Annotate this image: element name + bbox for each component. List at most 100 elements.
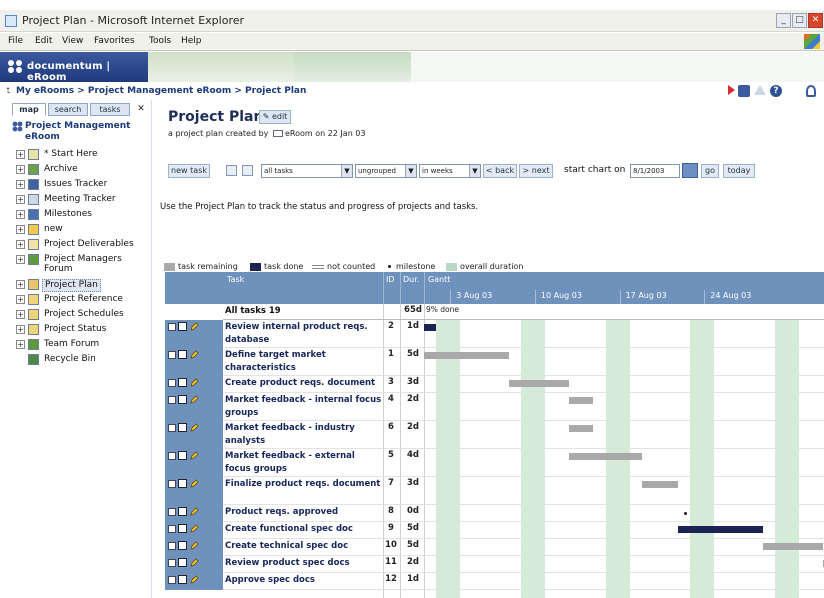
pencil-icon[interactable] bbox=[190, 350, 199, 359]
menu-help[interactable]: Help bbox=[181, 36, 202, 46]
scale-select[interactable]: in weeks ▼ bbox=[419, 164, 481, 178]
sidebar-item[interactable]: + Issues Tracker bbox=[16, 178, 152, 192]
grouping-select[interactable]: ungrouped ▼ bbox=[355, 164, 417, 178]
tab-map[interactable]: map bbox=[12, 103, 46, 116]
pencil-icon[interactable] bbox=[190, 423, 199, 432]
task-bar[interactable] bbox=[569, 397, 594, 404]
row-checkbox[interactable] bbox=[168, 323, 176, 331]
play-icon[interactable] bbox=[728, 85, 735, 95]
task-bar[interactable] bbox=[762, 543, 824, 550]
task-icon[interactable] bbox=[178, 451, 187, 460]
sidebar-item[interactable]: + Project Schedules bbox=[16, 308, 152, 322]
go-button[interactable]: go bbox=[701, 164, 719, 178]
pencil-icon[interactable] bbox=[190, 378, 199, 387]
next-button[interactable]: > next bbox=[519, 164, 553, 178]
today-button[interactable]: today bbox=[723, 164, 755, 178]
expand-icon[interactable]: + bbox=[16, 340, 25, 349]
sidebar-item[interactable]: + Meeting Tracker bbox=[16, 193, 152, 207]
sidebar-item[interactable]: + * Start Here bbox=[16, 148, 152, 162]
milestone-marker[interactable] bbox=[684, 512, 688, 515]
task-bar[interactable] bbox=[641, 481, 679, 488]
close-sidebar-icon[interactable]: ✕ bbox=[135, 103, 147, 116]
header-task[interactable]: Task bbox=[227, 275, 244, 284]
expand-icon[interactable]: + bbox=[16, 225, 25, 234]
row-checkbox[interactable] bbox=[168, 525, 176, 533]
task-icon[interactable] bbox=[178, 479, 187, 488]
task-icon[interactable] bbox=[178, 322, 187, 331]
calendar-icon[interactable] bbox=[682, 163, 698, 178]
sidebar-item[interactable]: + Project Status bbox=[16, 323, 152, 337]
edit-button[interactable]: ✎ edit bbox=[259, 110, 291, 124]
task-icon[interactable] bbox=[178, 558, 187, 567]
task-bar[interactable] bbox=[424, 324, 437, 331]
expand-icon[interactable]: + bbox=[16, 195, 25, 204]
up-arrow-icon[interactable]: ⮤ bbox=[6, 86, 11, 96]
header-dur[interactable]: Dur. bbox=[403, 275, 419, 284]
task-name[interactable]: Create functional spec doc bbox=[225, 523, 383, 536]
back-button[interactable]: < back bbox=[483, 164, 517, 178]
expand-icon[interactable]: + bbox=[16, 240, 25, 249]
breadcrumb[interactable]: My eRooms > Project Management eRoom > P… bbox=[16, 86, 306, 96]
list-view-icon[interactable] bbox=[226, 165, 237, 176]
sidebar-item[interactable]: + Project Reference bbox=[16, 293, 152, 307]
task-name[interactable]: Create technical spec doc bbox=[225, 540, 383, 553]
task-name[interactable]: Review product spec docs bbox=[225, 557, 383, 570]
task-icon[interactable] bbox=[178, 541, 187, 550]
expand-icon[interactable]: + bbox=[16, 165, 25, 174]
expand-icon[interactable]: + bbox=[16, 150, 25, 159]
task-name[interactable]: Create product reqs. document bbox=[225, 377, 383, 390]
pencil-icon[interactable] bbox=[190, 451, 199, 460]
pencil-icon[interactable] bbox=[190, 558, 199, 567]
task-bar[interactable] bbox=[569, 425, 594, 432]
menu-favorites[interactable]: Favorites bbox=[94, 36, 135, 46]
expand-icon[interactable]: + bbox=[16, 255, 25, 264]
help-icon[interactable]: ? bbox=[770, 85, 782, 97]
task-icon[interactable] bbox=[178, 507, 187, 516]
close-button[interactable]: ✕ bbox=[808, 13, 823, 28]
tab-search[interactable]: search bbox=[48, 103, 88, 116]
task-name[interactable]: Define target market characteristics bbox=[225, 349, 383, 375]
sidebar-item[interactable]: + Project Plan bbox=[16, 278, 152, 292]
pencil-icon[interactable] bbox=[190, 507, 199, 516]
expand-icon[interactable]: + bbox=[16, 210, 25, 219]
row-checkbox[interactable] bbox=[168, 480, 176, 488]
sidebar-item[interactable]: Recycle Bin bbox=[16, 353, 152, 367]
sidebar-item[interactable]: + Archive bbox=[16, 163, 152, 177]
task-bar[interactable] bbox=[569, 453, 642, 460]
task-icon[interactable] bbox=[178, 378, 187, 387]
subtitle-author[interactable]: eRoom on 22 Jan 03 bbox=[285, 129, 366, 138]
menu-edit[interactable]: Edit bbox=[35, 36, 52, 46]
sidebar-item[interactable]: + new bbox=[16, 223, 152, 237]
chat-icon[interactable] bbox=[738, 85, 750, 97]
new-task-button[interactable]: new task bbox=[168, 164, 210, 178]
envelope-icon[interactable] bbox=[272, 130, 283, 137]
task-name[interactable]: Product reqs. approved bbox=[225, 506, 383, 519]
minimize-button[interactable]: _ bbox=[776, 13, 791, 28]
row-checkbox[interactable] bbox=[168, 559, 176, 567]
task-icon[interactable] bbox=[178, 575, 187, 584]
maximize-button[interactable]: □ bbox=[792, 13, 807, 28]
expand-icon[interactable]: + bbox=[16, 280, 25, 289]
row-checkbox[interactable] bbox=[168, 508, 176, 516]
pencil-icon[interactable] bbox=[190, 395, 199, 404]
task-bar[interactable] bbox=[678, 526, 763, 533]
task-icon[interactable] bbox=[178, 423, 187, 432]
row-checkbox[interactable] bbox=[168, 424, 176, 432]
task-icon[interactable] bbox=[178, 524, 187, 533]
menu-tools[interactable]: Tools bbox=[149, 36, 171, 46]
task-name[interactable]: Approve spec docs bbox=[225, 574, 383, 587]
pencil-icon[interactable] bbox=[190, 524, 199, 533]
filter-select[interactable]: all tasks ▼ bbox=[261, 164, 353, 178]
row-checkbox[interactable] bbox=[168, 576, 176, 584]
tab-tasks[interactable]: tasks bbox=[90, 103, 130, 116]
header-id[interactable]: ID bbox=[386, 275, 395, 284]
sidebar-item[interactable]: + Project Managers Forum bbox=[16, 253, 152, 274]
home-icon[interactable] bbox=[754, 85, 766, 95]
row-checkbox[interactable] bbox=[168, 452, 176, 460]
summary-row[interactable]: All tasks 19 65d 9% done bbox=[165, 304, 824, 320]
task-bar[interactable] bbox=[508, 380, 570, 387]
row-checkbox[interactable] bbox=[168, 351, 176, 359]
row-checkbox[interactable] bbox=[168, 542, 176, 550]
row-checkbox[interactable] bbox=[168, 379, 176, 387]
expand-icon[interactable]: + bbox=[16, 295, 25, 304]
